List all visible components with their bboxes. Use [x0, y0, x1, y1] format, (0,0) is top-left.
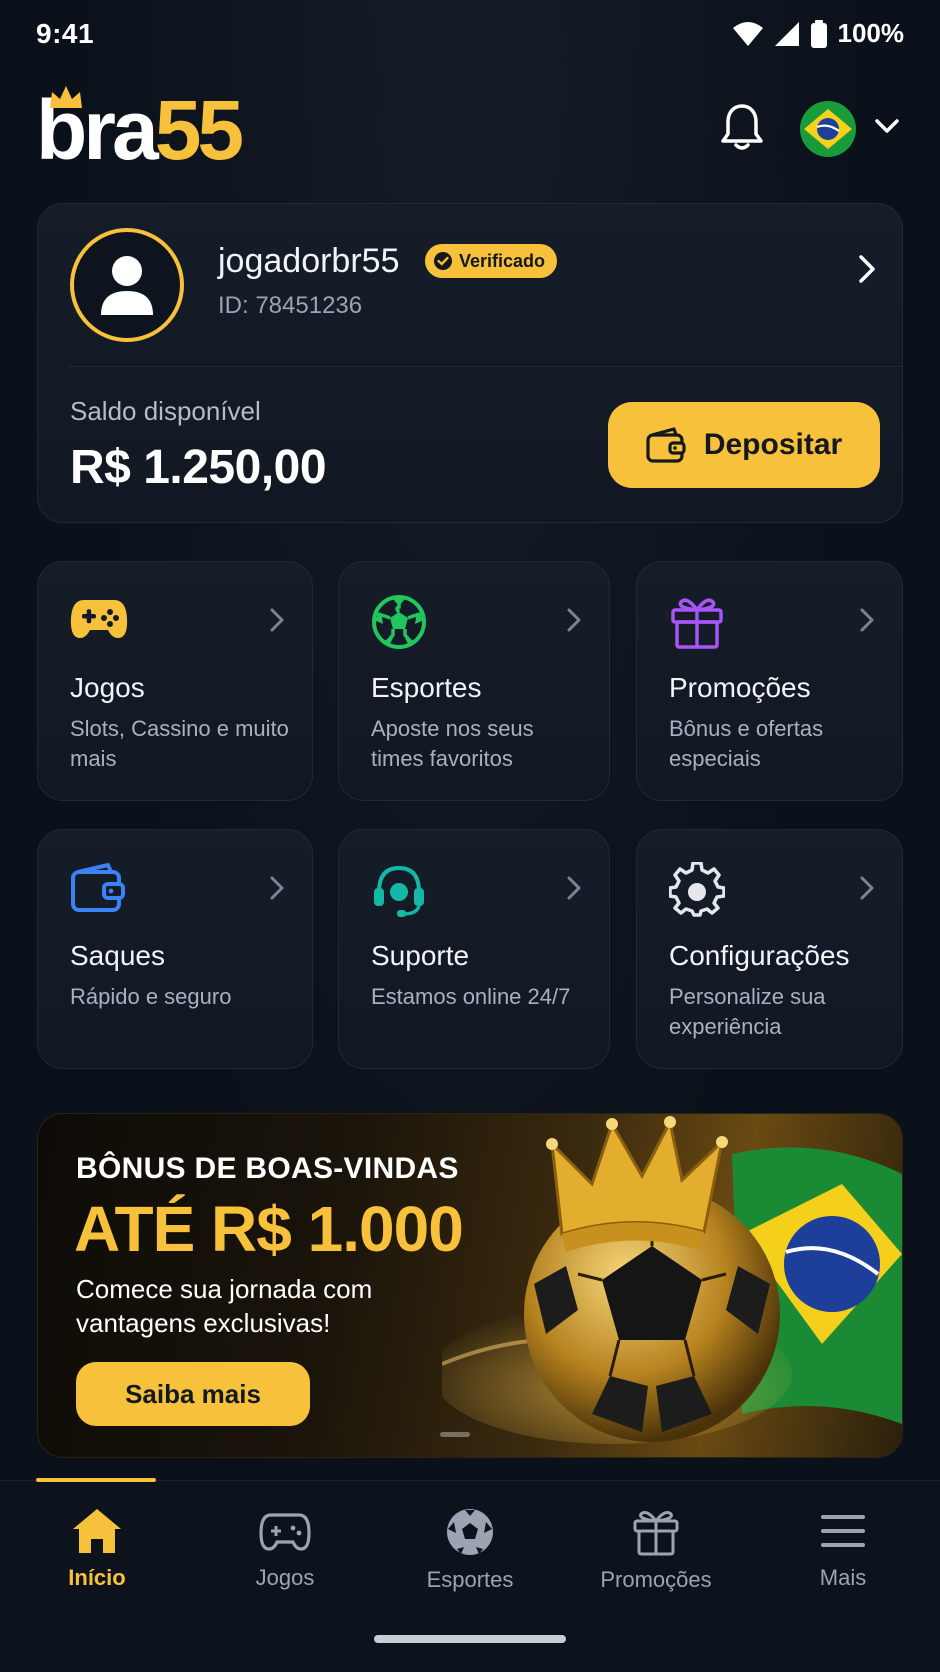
status-icons: 100%: [732, 18, 905, 49]
notifications-button[interactable]: [720, 102, 764, 157]
carousel-indicator[interactable]: [440, 1432, 470, 1437]
nav-label: Início: [68, 1565, 126, 1590]
tile-title: Promoções: [669, 672, 811, 703]
wallet-icon: [71, 863, 125, 912]
headset-icon: [374, 865, 424, 917]
tile-title: Jogos: [70, 672, 145, 703]
nav-label: Jogos: [255, 1565, 315, 1590]
brazil-flag-icon: [800, 101, 856, 157]
deposit-label: Depositar: [703, 428, 843, 461]
menu-icon: [821, 1515, 865, 1547]
tile-configuracoes[interactable]: Configurações Personalize sua experiênci…: [636, 829, 903, 1069]
banner-kicker: BÔNUS DE BOAS-VINDAS: [76, 1152, 459, 1185]
gamepad-icon: [70, 600, 128, 638]
banner-artwork: [442, 1116, 902, 1444]
gold-crown-graphic: [546, 1116, 728, 1252]
tile-description: Personalize sua experiência: [669, 984, 826, 1039]
chevron-right-icon: [567, 608, 581, 632]
battery-icon: [810, 19, 827, 48]
tile-title: Suporte: [371, 940, 470, 971]
welcome-bonus-banner[interactable]: BÔNUS DE BOAS-VINDAS ATÉ R$ 1.000 Comece…: [37, 1113, 903, 1458]
tile-promocoes[interactable]: Promoções Bônus e ofertas especiais: [636, 561, 903, 801]
nav-jogos[interactable]: Jogos: [210, 1507, 360, 1591]
verified-badge: Verificado: [425, 244, 558, 278]
profile-open-button[interactable]: [858, 254, 876, 289]
soccer-ball-icon: [447, 1509, 493, 1555]
banner-subtitle: Comece sua jornada com vantagens exclusi…: [76, 1274, 373, 1338]
tile-description: Rápido e seguro: [70, 984, 232, 1009]
user-icon: [101, 256, 153, 315]
chevron-right-icon: [270, 608, 284, 632]
signal-icon: [774, 21, 799, 46]
chevron-right-icon: [567, 876, 581, 900]
tile-description: Aposte nos seus times favoritos: [371, 716, 534, 771]
nav-promocoes[interactable]: Promoções: [581, 1507, 731, 1593]
verified-label: Verificado: [459, 250, 546, 271]
bell-icon: [721, 104, 763, 150]
home-icon: [73, 1509, 121, 1553]
nav-mais[interactable]: Mais: [768, 1507, 918, 1591]
tile-description: Bônus e ofertas especiais: [669, 716, 824, 771]
card-divider: [68, 366, 902, 367]
tile-title: Configurações: [669, 940, 850, 971]
language-dropdown[interactable]: [874, 118, 900, 139]
gamepad-icon: [259, 1513, 311, 1551]
profile-card: jogadorbr55 Verificado ID: 78451236 Sald…: [37, 203, 903, 523]
nav-esportes[interactable]: Esportes: [395, 1507, 545, 1593]
language-selector[interactable]: [800, 101, 856, 157]
chevron-right-icon: [270, 876, 284, 900]
avatar[interactable]: [70, 228, 184, 342]
status-time: 9:41: [36, 18, 95, 49]
user-id: ID: 78451236: [218, 292, 363, 319]
bottom-nav: Início Jogos Esportes Promoções Mais: [0, 1478, 940, 1672]
tile-esportes[interactable]: Esportes Aposte nos seus times favoritos: [338, 561, 610, 801]
learn-more-button[interactable]: Saiba mais: [76, 1362, 310, 1426]
chevron-down-icon: [875, 119, 899, 133]
wifi-icon: [732, 21, 763, 46]
tile-suporte[interactable]: Suporte Estamos online 24/7: [338, 829, 610, 1069]
tile-title: Saques: [70, 940, 165, 971]
chevron-right-icon: [860, 876, 874, 900]
nav-label: Promoções: [600, 1567, 712, 1592]
balance-label: Saldo disponível: [70, 396, 261, 426]
nav-label: Mais: [819, 1565, 867, 1590]
nav-label: Esportes: [426, 1567, 514, 1592]
tile-jogos[interactable]: Jogos Slots, Cassino e muito mais: [37, 561, 313, 801]
check-circle-icon: [434, 252, 452, 270]
logo-accent: 55: [154, 83, 244, 177]
tile-description: Slots, Cassino e muito mais: [70, 716, 289, 771]
home-indicator[interactable]: [374, 1635, 566, 1643]
soccer-ball-icon: [372, 595, 426, 649]
gift-icon: [671, 598, 723, 649]
gear-icon: [669, 862, 725, 917]
deposit-button[interactable]: Depositar: [608, 402, 880, 488]
chevron-right-icon: [860, 608, 874, 632]
nav-inicio[interactable]: Início: [22, 1507, 172, 1591]
tile-saques[interactable]: Saques Rápido e seguro: [37, 829, 313, 1069]
brand-logo[interactable]: bra55: [36, 82, 244, 172]
active-tab-indicator: [36, 1478, 156, 1482]
balance-value: R$ 1.250,00: [70, 441, 327, 494]
wallet-icon: [646, 427, 686, 463]
crown-icon: [50, 86, 82, 108]
chevron-right-icon: [859, 255, 875, 283]
gift-icon: [633, 1511, 679, 1556]
tile-title: Esportes: [371, 672, 482, 703]
battery-level: 100%: [837, 18, 905, 48]
tile-description: Estamos online 24/7: [371, 984, 571, 1009]
username: jogadorbr55: [218, 242, 400, 280]
banner-amount: ATÉ R$ 1.000: [74, 1193, 464, 1265]
